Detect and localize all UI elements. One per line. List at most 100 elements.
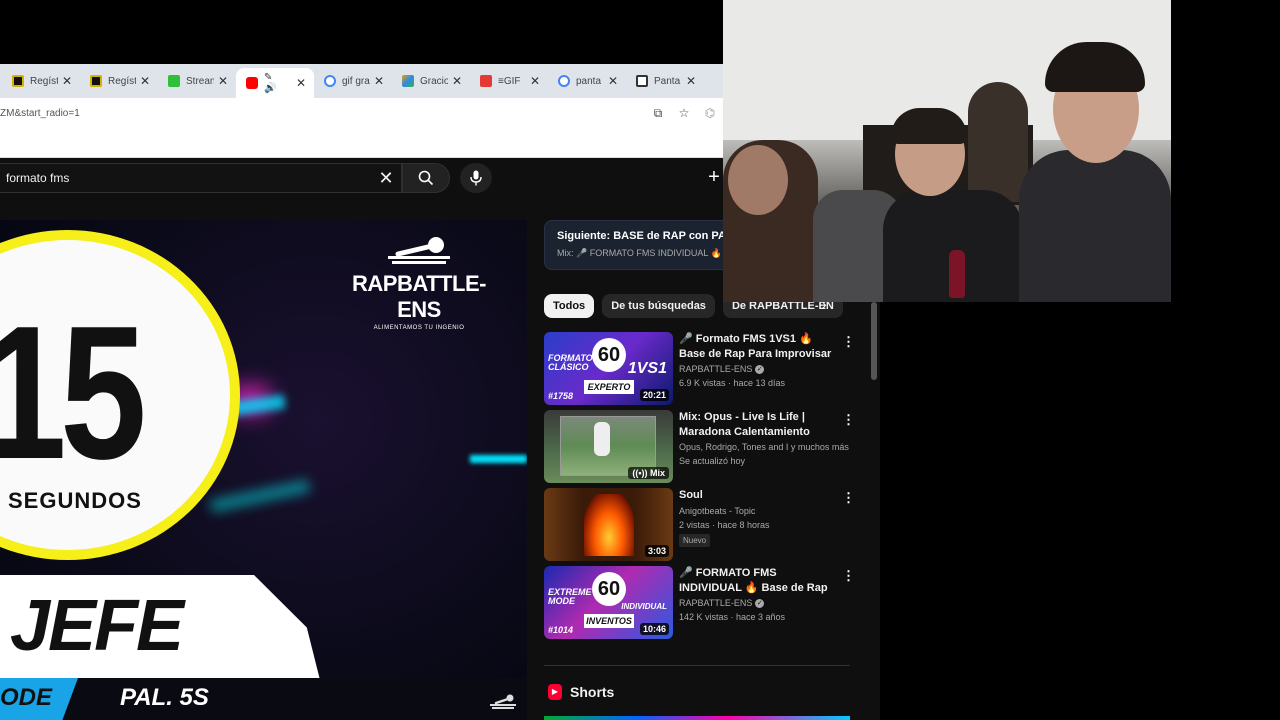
install-app-icon[interactable]: ⧉ [645, 106, 671, 121]
chip-from-searches[interactable]: De tus búsquedas [602, 294, 715, 318]
close-icon[interactable]: ✕ [218, 74, 228, 88]
close-icon[interactable]: ✕ [686, 74, 696, 88]
browser-tab[interactable]: panta ✕ [548, 68, 626, 94]
watermark-icon [486, 694, 520, 712]
video-duration: 20:21 [639, 389, 669, 401]
neon-light [470, 455, 527, 463]
close-icon[interactable]: ✕ [530, 74, 540, 88]
webcam-person [968, 82, 1028, 202]
browser-tab[interactable]: Regíst ✕ [2, 68, 80, 94]
up-next-title: Siguiente: BASE de RAP con PALAI [557, 230, 734, 242]
channel-label: RAPBATTLE-ENS [679, 364, 753, 374]
more-options-icon[interactable]: ⋮ [842, 412, 855, 428]
browser-tab[interactable]: gif gra ✕ [314, 68, 392, 94]
tab-label: panta [576, 75, 602, 87]
video-thumbnail[interactable]: FORMATO CLÁSICO 60 1VS1 EXPERTO #1758 20… [544, 332, 673, 405]
video-thumbnail[interactable]: 3:03 [544, 488, 673, 561]
more-options-icon[interactable]: ⋮ [842, 334, 855, 350]
tab-label: Strean [186, 75, 214, 87]
brand-tagline: ALIMENTAMOS TU INGENIO [373, 325, 465, 331]
channel-name[interactable]: RAPBATTLE-ENS ✓ [679, 364, 839, 375]
search-input[interactable]: formato fms ✕ [0, 163, 402, 193]
thumb-left-text: FORMATO CLÁSICO [548, 353, 593, 372]
timer-unit: SEGUNDOS [8, 488, 142, 513]
site-icon [12, 75, 24, 87]
mix-badge: ((•)) Mix [628, 467, 669, 479]
video-stats: Se actualizó hoy [679, 456, 746, 466]
address-bar[interactable]: ZM&start_radio=1 ⧉ ☆ ⌬ [0, 98, 723, 128]
audio-playing-icon[interactable]: ✎ 🔊 [264, 72, 286, 94]
video-item[interactable]: 3:03 Soul Anigotbeats - Topic 2 vistas ·… [544, 488, 855, 562]
up-next-subtitle: Mix: 🎤 FORMATO FMS INDIVIDUAL 🔥 B [557, 248, 731, 258]
tab-label: ≡GIF [498, 75, 521, 87]
browser-tab[interactable]: Panta ✕ [626, 68, 704, 94]
chip-todos[interactable]: Todos [544, 294, 595, 318]
url-text[interactable]: ZM&start_radio=1 [0, 108, 645, 119]
browser-tab[interactable]: ≡GIF ✕ [470, 68, 548, 94]
browser-tab[interactable]: Gracio ✕ [392, 68, 470, 94]
video-player[interactable]: 15 SEGUNDOS JEFE ODE PAL. 5S RAPBATTLE-E… [0, 220, 527, 720]
player-figure [594, 422, 610, 456]
screen: Regíst ✕ Regíst ✕ Strean ✕ ✎ 🔊 ✕ gif gra… [0, 0, 1280, 720]
thumb-badge: INVENTOS [584, 614, 634, 628]
shorts-thumbnails[interactable] [544, 716, 850, 720]
image-icon [402, 75, 414, 87]
video-title[interactable]: 🎤 Formato FMS 1VS1 🔥 Base de Rap Para Im… [679, 332, 839, 362]
more-options-icon[interactable]: ⋮ [842, 568, 855, 584]
close-icon[interactable]: ✕ [608, 74, 618, 88]
mix-icon: ((•)) [632, 468, 650, 478]
close-icon[interactable]: ✕ [452, 74, 462, 88]
search-query[interactable]: formato fms [0, 171, 371, 185]
video-thumbnail[interactable]: EXTREME MODE 60 INDIVIDUAL INVENTOS #101… [544, 566, 673, 639]
bookmarks-bar [0, 128, 723, 158]
pal-label: PAL. 5S [120, 684, 209, 711]
shorts-header[interactable]: ▶ Shorts [548, 684, 614, 700]
close-icon[interactable]: ✕ [296, 76, 306, 90]
channel-name[interactable]: RAPBATTLE-ENS ✓ [679, 598, 839, 609]
thumb-right-text: INDIVIDUAL [621, 602, 667, 611]
extension-icon[interactable]: ⌬ [697, 106, 723, 120]
channel-name[interactable]: Opus, Rodrigo, Tones and I y muchos más [679, 442, 849, 452]
google-icon [558, 75, 570, 87]
video-stats: 2 vistas · hace 8 horas [679, 520, 770, 530]
bookmark-star-icon[interactable]: ☆ [671, 106, 697, 120]
timer-number: 15 [0, 287, 147, 499]
w-icon [480, 75, 492, 87]
channel-name[interactable]: Anigotbeats - Topic [679, 506, 839, 516]
voice-search-button[interactable] [460, 163, 492, 193]
bottom-strip [0, 678, 527, 720]
role-label: JEFE [10, 586, 184, 666]
video-title[interactable]: Soul [679, 488, 839, 504]
video-duration: 10:46 [639, 623, 669, 635]
thumb-badge: EXPERTO [584, 380, 634, 394]
video-meta: Soul Anigotbeats - Topic 2 vistas · hace… [679, 488, 839, 548]
youtube-icon [246, 77, 258, 89]
video-meta: Mix: Opus - Live Is Life | Maradona Cale… [679, 410, 849, 466]
close-icon[interactable]: ✕ [62, 74, 72, 88]
video-duration: 3:03 [644, 545, 669, 557]
scrollbar[interactable] [871, 302, 877, 380]
tab-label: Panta [654, 75, 681, 87]
more-options-icon[interactable]: ⋮ [842, 490, 855, 506]
clear-search-icon[interactable]: ✕ [371, 168, 401, 189]
up-next-card[interactable]: Siguiente: BASE de RAP con PALAI Mix: 🎤 … [544, 220, 734, 270]
video-item[interactable]: ((•)) Mix Mix: Opus - Live Is Life | Mar… [544, 410, 855, 484]
thumb-code: #1014 [548, 625, 574, 635]
browser-tab-active[interactable]: ✎ 🔊 ✕ [236, 68, 314, 98]
video-title[interactable]: 🎤 FORMATO FMS INDIVIDUAL 🔥 Base de Rap P… [679, 566, 839, 596]
close-icon[interactable]: ✕ [374, 74, 384, 88]
video-meta: 🎤 FORMATO FMS INDIVIDUAL 🔥 Base de Rap P… [679, 566, 839, 622]
video-item[interactable]: EXTREME MODE 60 INDIVIDUAL INVENTOS #101… [544, 566, 855, 640]
thumb-number: 60 [592, 338, 626, 372]
neon-light [209, 479, 311, 513]
microphone-icon [470, 170, 482, 186]
webcam-bottle [949, 250, 965, 298]
close-icon[interactable]: ✕ [140, 74, 150, 88]
browser-tab[interactable]: Regíst ✕ [80, 68, 158, 94]
video-thumbnail[interactable]: ((•)) Mix [544, 410, 673, 483]
search-button[interactable] [402, 163, 450, 193]
video-title[interactable]: Mix: Opus - Live Is Life | Maradona Cale… [679, 410, 839, 440]
shorts-icon: ▶ [548, 684, 562, 700]
browser-tab[interactable]: Strean ✕ [158, 68, 236, 94]
video-item[interactable]: FORMATO CLÁSICO 60 1VS1 EXPERTO #1758 20… [544, 332, 855, 406]
